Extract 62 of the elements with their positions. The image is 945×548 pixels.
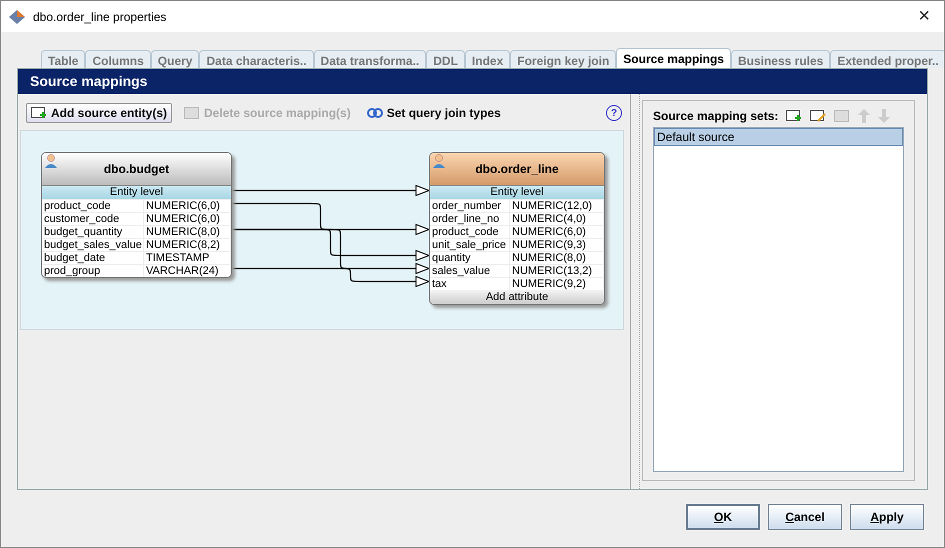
tab[interactable]: Index: [464, 50, 510, 68]
attribute-type: NUMERIC(12,0): [510, 200, 604, 213]
attribute-type: NUMERIC(6,0): [144, 200, 231, 213]
attribute-name: quantity: [430, 252, 510, 265]
entity-card[interactable]: dbo.budget Entity level product_code NUMERIC(6,0) customer_code NUMERIC(6,0) budget_quantity NUMERIC(8,0) budget_sales_value NUMERIC(8,2) budget_date TIMESTAMP prod_group VARCHAR(24): [41, 152, 232, 278]
sets-label: Source mapping sets:: [653, 109, 778, 123]
tab[interactable]: Extended proper..: [830, 50, 944, 68]
tab[interactable]: Columns: [85, 50, 151, 68]
attribute-name: budget_date: [42, 252, 144, 265]
attribute-name: product_code: [42, 200, 144, 213]
window-icon: [834, 109, 850, 123]
tab[interactable]: Business rules: [730, 50, 830, 68]
entity-level: Entity level: [430, 186, 604, 199]
attribute-type: NUMERIC(6,0): [510, 226, 604, 239]
toolbar-button[interactable]: Add source entity(s): [26, 103, 172, 123]
add-attribute[interactable]: Add attribute: [430, 290, 604, 304]
toolbar-button[interactable]: Set query join types: [362, 104, 505, 122]
attribute-type: NUMERIC(8,0): [144, 226, 231, 239]
rings-icon: [366, 107, 383, 119]
tab[interactable]: DDL: [426, 50, 465, 68]
attribute-name: order_line_no: [430, 213, 510, 226]
tab[interactable]: Data transforma..: [314, 50, 426, 68]
dialog-button[interactable]: Cancel: [768, 504, 842, 530]
entity-name: dbo.order_line: [475, 162, 559, 176]
entity-level: Entity level: [42, 186, 231, 199]
attribute-name: order_number: [430, 200, 510, 213]
add-icon: [786, 109, 802, 123]
list-item[interactable]: Default source: [654, 128, 903, 146]
person-icon: [44, 154, 58, 168]
attribute-type: NUMERIC(8,0): [510, 252, 604, 265]
app-icon: [9, 10, 25, 24]
attribute-type: TIMESTAMP: [144, 252, 231, 265]
dialog-button[interactable]: Apply: [850, 504, 924, 530]
tab[interactable]: Foreign key join: [510, 50, 616, 68]
attribute-type: NUMERIC(9,3): [510, 239, 604, 252]
attribute-type: VARCHAR(24): [144, 265, 231, 277]
attribute-type: NUMERIC(4,0): [510, 213, 604, 226]
window-title: dbo.order_line properties: [33, 10, 168, 24]
attribute-type: NUMERIC(8,2): [144, 239, 231, 252]
dialog-button[interactable]: OK: [686, 504, 760, 530]
attribute-name: unit_sale_price: [430, 239, 510, 252]
entity-name: dbo.budget: [104, 162, 170, 176]
attribute-type: NUMERIC(6,0): [144, 213, 231, 226]
section-header: Source mappings: [18, 69, 927, 94]
close-button[interactable]: ×: [912, 5, 936, 28]
attribute-name: budget_quantity: [42, 226, 144, 239]
attribute-name: customer_code: [42, 213, 144, 226]
tab[interactable]: Data characteris..: [199, 50, 314, 68]
tab[interactable]: Source mappings: [616, 48, 731, 68]
attribute-name: sales_value: [430, 265, 510, 278]
attribute-name: budget_sales_value: [42, 239, 144, 252]
attribute-name: prod_group: [42, 265, 144, 277]
attribute-type: NUMERIC(13,2): [510, 265, 604, 278]
help-icon[interactable]: ?: [606, 105, 622, 121]
tab[interactable]: Table: [41, 50, 86, 68]
entity-card[interactable]: [429, 152, 605, 305]
tab[interactable]: Query: [150, 50, 200, 68]
person-icon: [432, 154, 446, 168]
edit-icon[interactable]: [810, 109, 826, 123]
attribute-name: product_code: [430, 226, 510, 239]
add-icon: [31, 106, 47, 120]
window-icon: [184, 106, 200, 120]
